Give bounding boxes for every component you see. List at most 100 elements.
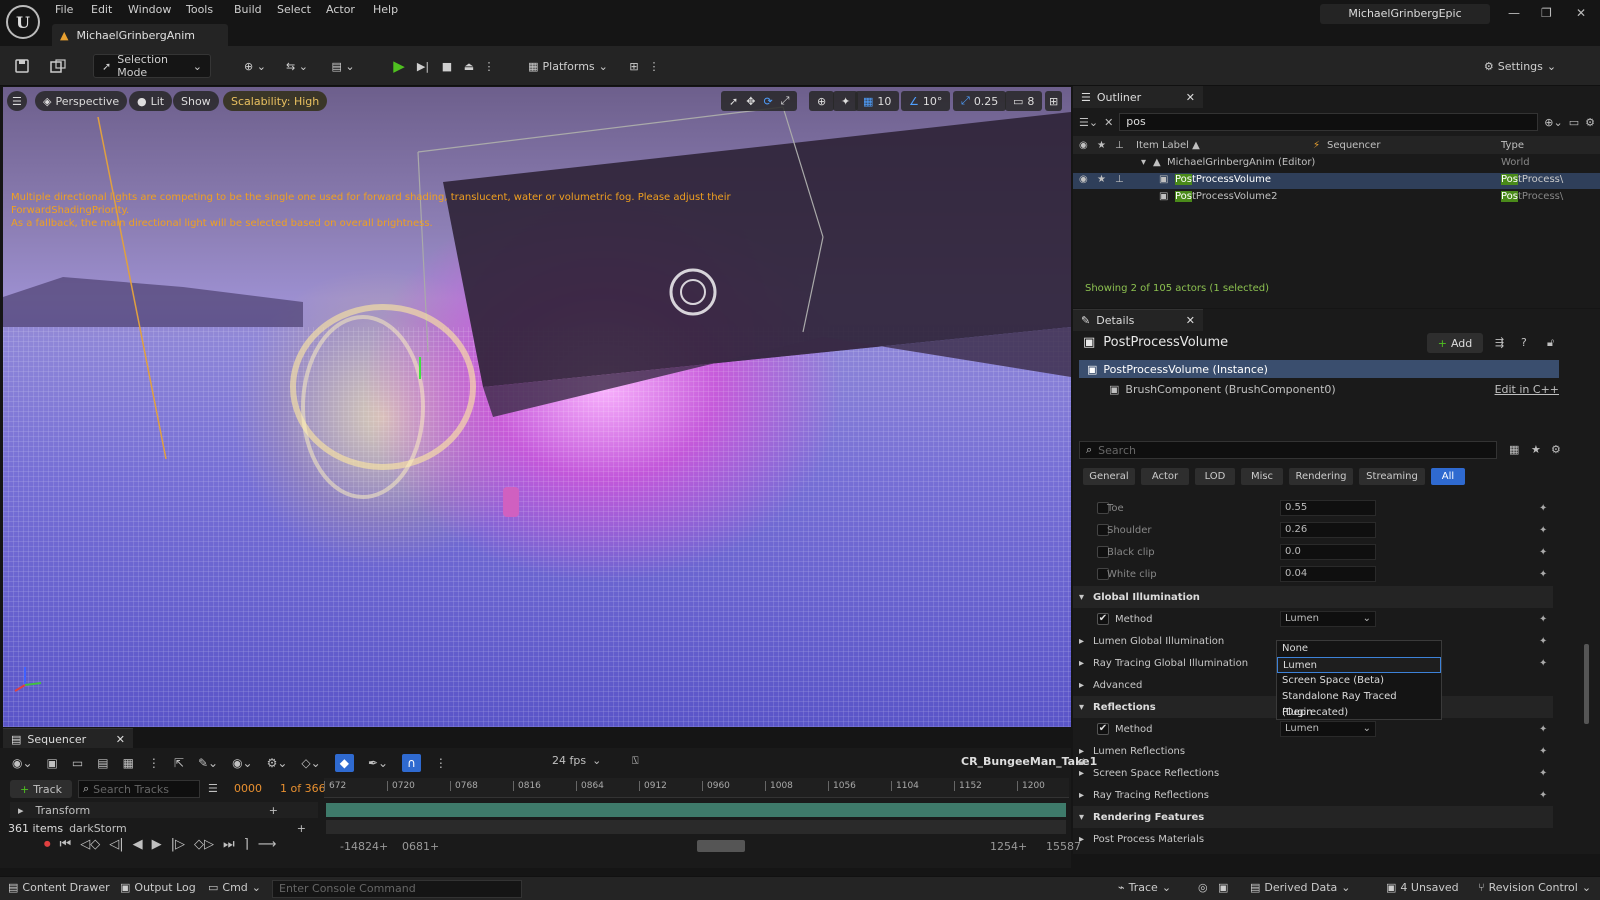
wrench-icon[interactable]: ✎⌄ <box>198 756 218 770</box>
export-icon[interactable]: ⇱ <box>174 756 184 770</box>
dropdown-option-lumen[interactable]: Lumen <box>1277 657 1441 673</box>
lock-icon[interactable]: 🔓︎ <box>1547 336 1554 350</box>
revision-control-button[interactable]: ⑂ Revision Control ⌄ <box>1478 881 1591 894</box>
output-log-button[interactable]: ▣ Output Log <box>120 881 196 894</box>
render-icon[interactable]: ▤ <box>97 756 108 770</box>
content-browser-icon[interactable] <box>46 54 70 78</box>
perspective-button[interactable]: ◈ Perspective <box>35 91 128 111</box>
instance-row[interactable]: ▣ PostProcessVolume (Instance) <box>1079 360 1559 378</box>
timeline-ruler[interactable]: 672 0720 0768 0816 0864 0912 0960 1008 1056 1104 1… <box>324 778 1069 798</box>
gear-icon[interactable]: ⚙ <box>1585 116 1595 129</box>
play-icon[interactable]: ▶ <box>152 837 162 852</box>
reset-icon[interactable]: ✦ <box>1539 658 1547 669</box>
dropdown-option-screen-space[interactable]: Screen Space (Beta) <box>1277 673 1441 689</box>
loop-icon[interactable]: ⌉ <box>244 837 249 852</box>
table-view-icon[interactable]: ▦ <box>1509 443 1519 456</box>
add-filter-icon[interactable]: ⊕⌄ <box>1544 116 1562 129</box>
level-tab[interactable]: ▲ MichaelGrinbergAnim <box>52 24 228 46</box>
find-icon[interactable]: ▭ <box>72 756 83 770</box>
platforms-button[interactable]: ▦ Platforms ⌄ <box>528 54 608 78</box>
range-icon[interactable]: ⟶ <box>258 837 277 852</box>
outliner-tab[interactable]: ☰ Outliner ✕ <box>1073 86 1203 108</box>
range-start[interactable]: -14824+ <box>340 840 388 853</box>
refl-method-combo[interactable]: Lumen ⌄ <box>1280 721 1376 737</box>
prop-lumen-reflections[interactable]: ▸ Lumen Reflections ✦ <box>1073 740 1553 762</box>
source-control-icon[interactable]: ⊞ <box>622 54 646 78</box>
jump-end-icon[interactable]: ⏭ <box>223 837 235 852</box>
stop-button[interactable]: ■ <box>436 54 458 78</box>
camera-speed-button[interactable]: ▭ 8 <box>1005 91 1043 111</box>
pin-icon[interactable]: ⊥ <box>1115 174 1124 185</box>
component-row[interactable]: ▣ BrushComponent (BrushComponent0) Edit … <box>1079 380 1559 398</box>
menu-help[interactable]: Help <box>373 3 398 16</box>
record-trace-icon[interactable]: ◎ <box>1198 881 1208 894</box>
content-drawer-button[interactable]: ▤ Content Drawer <box>8 881 110 894</box>
save-icon[interactable]: ▣ <box>47 756 58 770</box>
more-vertical-icon[interactable]: ⋮ <box>148 756 160 770</box>
filter-icon[interactable]: ☰ <box>208 782 218 795</box>
star-icon[interactable]: ★ <box>1531 443 1541 456</box>
pen-icon[interactable]: ✒⌄ <box>368 756 388 770</box>
console-command-input[interactable]: Enter Console Command <box>272 880 522 898</box>
col-item-label[interactable]: Item Label ▲ <box>1136 140 1200 151</box>
world-local-button[interactable]: ⊕ <box>809 91 835 111</box>
unsaved-button[interactable]: ▣ 4 Unsaved <box>1386 881 1459 894</box>
blueprint-button[interactable]: ⇆ ⌄ <box>280 54 314 78</box>
black-clip-input[interactable]: 0.0 <box>1280 544 1376 560</box>
save-icon[interactable] <box>10 54 34 78</box>
minimize-icon[interactable]: — <box>1508 6 1520 20</box>
prop-pp-materials[interactable]: ▸ Post Process Materials <box>1073 828 1553 850</box>
filter-misc[interactable]: Misc <box>1241 468 1283 485</box>
range-end[interactable]: 15587 <box>1046 840 1081 853</box>
snap-tools-icon[interactable]: ⚙⌄ <box>267 756 288 770</box>
current-frame[interactable]: 0000 <box>234 782 262 795</box>
reset-icon[interactable]: ✦ <box>1539 547 1547 558</box>
add-key-icon[interactable]: + <box>269 804 278 817</box>
prev-key-icon[interactable]: ◁◇ <box>80 837 100 852</box>
category-global-illumination[interactable]: ▾ Global Illumination <box>1073 586 1553 608</box>
close-icon[interactable]: ✕ <box>1186 314 1195 327</box>
col-type[interactable]: Type <box>1501 140 1524 151</box>
move-tool-icon[interactable]: ✥ <box>746 95 755 108</box>
gi-method-combo[interactable]: Lumen ⌄ <box>1280 611 1376 627</box>
help-icon[interactable]: ? <box>1521 336 1527 349</box>
outliner-root-row[interactable]: ▾ ▲ MichaelGrinbergAnim (Editor) World <box>1073 156 1600 172</box>
menu-actor[interactable]: Actor <box>326 3 355 16</box>
reset-icon[interactable]: ✦ <box>1539 768 1547 779</box>
range-view-start[interactable]: 0681+ <box>402 840 439 853</box>
storm-section-bar[interactable] <box>326 820 1066 834</box>
jump-start-icon[interactable]: ⏮ <box>60 837 72 852</box>
grid-snap-button[interactable]: ▦ 10 <box>855 91 900 111</box>
rotate-tool-icon[interactable]: ⟳ <box>763 95 772 108</box>
details-search-input[interactable]: ⌕ Search <box>1079 441 1497 459</box>
advance-frame-button[interactable]: ▶| <box>412 54 434 78</box>
auto-key-icon[interactable]: ◆ <box>334 754 354 772</box>
level-viewport[interactable]: ☰ ◈ Perspective ● Lit Show Scalability: … <box>3 87 1071 727</box>
filter-actor[interactable]: Actor <box>1141 468 1189 485</box>
override-checkbox-checked[interactable]: ✔ <box>1097 723 1109 735</box>
viewport-menu-button[interactable]: ☰ <box>7 91 27 111</box>
reset-icon[interactable]: ✦ <box>1539 746 1547 757</box>
add-track-button[interactable]: + Track <box>10 780 72 798</box>
reset-icon[interactable]: ✦ <box>1539 790 1547 801</box>
next-key-icon[interactable]: ◇▷ <box>194 837 214 852</box>
new-folder-icon[interactable]: ▭ <box>1569 116 1579 129</box>
unreal-logo[interactable]: U <box>6 5 40 39</box>
fps-selector[interactable]: 24 fps ⌄ <box>552 754 601 767</box>
menu-window[interactable]: Window <box>128 3 171 16</box>
filter-all[interactable]: All <box>1431 468 1465 485</box>
world-icon[interactable]: ◉⌄ <box>12 756 33 770</box>
details-scrollbar[interactable] <box>1584 644 1589 724</box>
search-tracks-input[interactable]: ⌕ Search Tracks <box>78 780 200 798</box>
snap-magnet-icon[interactable]: ∩ <box>402 754 421 772</box>
camera-icon[interactable]: ▦ <box>123 756 134 770</box>
reset-icon[interactable]: ✦ <box>1539 636 1547 647</box>
menu-file[interactable]: File <box>55 3 73 16</box>
visibility-icon[interactable]: ◉ <box>1079 174 1088 185</box>
eye-icon[interactable]: ◉⌄ <box>232 756 253 770</box>
outliner-row[interactable]: ▣ PostProcessVolume2 PostProcess\ <box>1073 190 1600 206</box>
close-icon[interactable]: ✕ <box>116 733 125 746</box>
screenshot-icon[interactable]: ▣ <box>1218 881 1228 894</box>
expand-arrow-icon[interactable]: ▾ <box>1141 157 1146 168</box>
selection-mode-button[interactable]: ➚ Selection Mode ⌄ <box>93 53 211 79</box>
